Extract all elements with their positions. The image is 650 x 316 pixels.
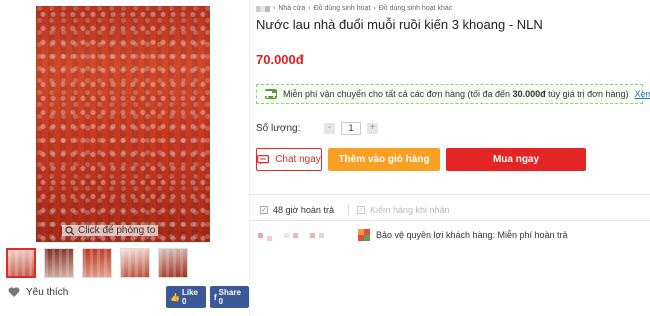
shipping-banner: Miễn phí vận chuyển cho tất cả các đơn h… [256,84,650,104]
magnifier-icon [65,225,75,235]
breadcrumb-item[interactable]: Nhà cửa [278,5,305,12]
section-divider [250,194,650,195]
checkbox-icon: ✓ [356,206,365,214]
protection-text: Bảo vệ quyền lợi khách hàng: Miễn phí ho… [376,230,568,240]
main-product-image[interactable] [36,6,210,242]
chat-label: Chat ngay [275,154,321,165]
checkbox-icon: ✓ [260,206,268,214]
quantity-label: Số lượng: [256,122,301,134]
favorite-button[interactable]: Yêu thích [8,286,68,298]
facebook-icon: f [214,292,217,302]
thumbs-up-icon: 👍 [170,292,180,302]
zoom-hint-label: Click để phóng to [78,225,156,236]
quantity-input[interactable]: 1 [341,121,361,135]
shipping-details-link[interactable]: Xem chi tiết [635,89,650,99]
social-buttons: 👍 Like 0 f Share 0 [166,286,249,308]
thumbnail-4[interactable] [120,248,150,278]
breadcrumb: › Nhà cửa › Đồ dùng sinh hoạt › Đồ dùng … [256,4,650,13]
placeholder-pixel [258,232,263,238]
shipping-amount: 30.000đ [512,89,546,99]
placeholder-pixel [293,232,298,238]
truck-icon [265,89,277,99]
quantity-increase-button[interactable]: + [367,122,378,134]
guarantee-row: ✓ 48 giờ hoàn trả ✓ Kiểm hàng khi nhận [260,204,450,216]
chat-icon [257,154,270,165]
thumbnail-5[interactable] [158,248,188,278]
share-label: Share 0 [218,288,241,306]
breadcrumb-item[interactable]: Đồ dùng sinh hoạt [314,5,371,12]
guarantee-return-label: 48 giờ hoàn trả [273,205,334,215]
product-gallery: Click để phóng to Yêu thích 👍 Like 0 f S… [0,0,250,316]
thumbnail-1[interactable] [6,248,36,278]
guarantee-inspect: ✓ Kiểm hàng khi nhận [356,205,450,215]
placeholder-pixel [267,235,272,241]
favorite-label: Yêu thích [26,286,69,298]
thumbnail-list [6,248,188,278]
quantity-row: Số lượng: - 1 + [256,120,650,136]
breadcrumb-item[interactable]: Đồ dùng sinh hoạt khác [379,5,453,12]
protection-icon [358,229,370,241]
like-label: Like 0 [181,288,198,306]
product-title: Nước lau nhà đuổi muỗi ruồi kiến 3 khoan… [256,17,543,32]
vertical-divider [347,204,349,216]
section-divider [250,220,650,221]
action-buttons: Chat ngay Thêm vào giỏ hàng Mua ngay [256,148,650,171]
zoom-hint[interactable]: Click để phóng to [62,225,159,236]
placeholder-pixel [284,232,289,238]
quantity-decrease-button[interactable]: - [324,122,335,134]
breadcrumb-home-icon[interactable] [256,5,270,12]
thumbnail-3[interactable] [82,248,112,278]
guarantee-inspect-label: Kiểm hàng khi nhận [369,205,450,215]
shipping-text: Miễn phí vận chuyển cho tất cả các đơn h… [283,89,629,99]
placeholder-pixel [310,232,315,238]
product-price: 70.000đ [256,52,304,67]
heart-icon [8,287,20,297]
guarantee-return: ✓ 48 giờ hoàn trả [260,205,334,215]
facebook-share-button[interactable]: f Share 0 [210,286,249,308]
facebook-like-button[interactable]: 👍 Like 0 [166,286,206,308]
thumbnail-2[interactable] [44,248,74,278]
buy-now-button[interactable]: Mua ngay [446,148,586,171]
protection-row: Bảo vệ quyền lợi khách hàng: Miễn phí ho… [258,229,568,241]
chat-button[interactable]: Chat ngay [256,148,322,171]
product-details: › Nhà cửa › Đồ dùng sinh hoạt › Đồ dùng … [256,0,650,171]
add-to-cart-button[interactable]: Thêm vào giỏ hàng [328,148,440,171]
placeholder-pixel [319,232,324,238]
